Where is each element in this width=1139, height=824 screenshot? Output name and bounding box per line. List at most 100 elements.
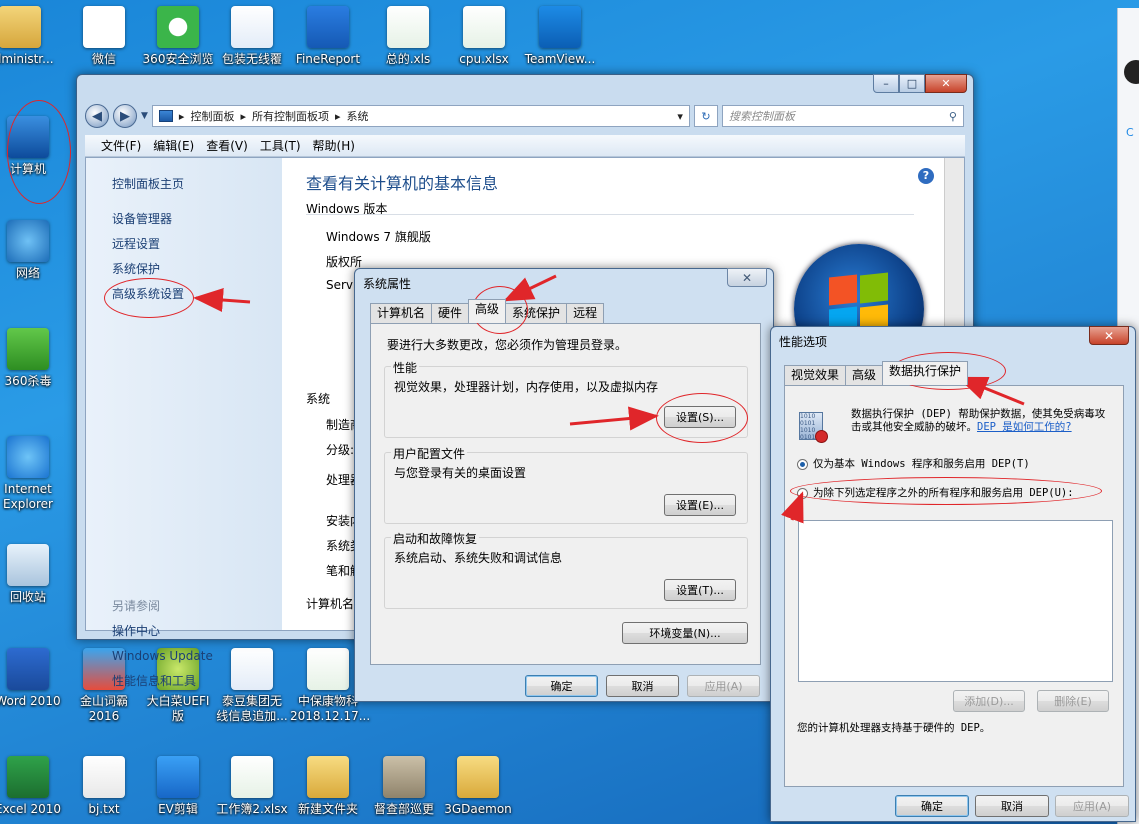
desktop-icon[interactable]: 泰豆集团无 线信息追加... xyxy=(214,648,290,724)
back-button[interactable]: ◀ xyxy=(85,104,109,128)
desktop-icon[interactable]: cpu.xlsx xyxy=(446,6,522,67)
maximize-button[interactable]: □ xyxy=(899,74,925,93)
environment-variables-button[interactable]: 环境变量(N)... xyxy=(622,622,748,644)
tab-dep[interactable]: 数据执行保护 xyxy=(882,361,969,385)
remove-program-button[interactable]: 删除(E) xyxy=(1037,690,1109,712)
help-icon[interactable]: ? xyxy=(918,168,934,184)
desktop-icon-label: 360安全浏览 xyxy=(142,52,214,66)
text-file-icon xyxy=(83,756,125,798)
desktop-icon[interactable]: 计算机 xyxy=(0,116,66,177)
excel-file-icon xyxy=(231,756,273,798)
ev-editor-icon xyxy=(157,756,199,798)
menu-file[interactable]: 文件(F) xyxy=(101,137,141,154)
sidebar-link-device-manager[interactable]: 设备管理器 xyxy=(112,207,282,232)
desktop-icon-label: 计算机 xyxy=(9,162,46,176)
breadcrumb-item[interactable]: 所有控制面板项 xyxy=(252,108,329,124)
user-profiles-settings-button[interactable]: 设置(E)... xyxy=(664,494,736,516)
see-also-windows-update[interactable]: Windows Update xyxy=(112,644,213,669)
search-input[interactable]: 搜索控制面板 ⚲ xyxy=(721,105,964,127)
desktop-icon-label: 360杀毒 xyxy=(4,374,52,388)
desktop-icon[interactable]: 督查部巡更 xyxy=(366,756,442,817)
program-list[interactable] xyxy=(798,520,1113,682)
ok-button[interactable]: 确定 xyxy=(525,675,598,697)
cancel-button[interactable]: 取消 xyxy=(606,675,679,697)
desktop-icon[interactable]: Word 2010 xyxy=(0,648,66,709)
desktop-icon[interactable]: 微信 xyxy=(66,6,142,67)
address-bar[interactable]: ▸ 控制面板 ▸ 所有控制面板项 ▸ 系统 ▾ xyxy=(151,105,690,127)
desktop-icon-label: administr... xyxy=(0,52,54,66)
sidebar-link-protection[interactable]: 系统保护 xyxy=(112,257,282,282)
history-dropdown-icon[interactable]: ▼ xyxy=(141,111,148,121)
copyright-text: 版权所 xyxy=(326,255,363,269)
desktop-icon-label: 回收站 xyxy=(9,590,46,604)
performance-settings-button[interactable]: 设置(S)... xyxy=(664,406,736,428)
windows-edition: Windows 7 旗舰版 xyxy=(326,230,431,244)
menu-tools[interactable]: 工具(T) xyxy=(260,137,301,154)
breadcrumb-item[interactable]: 系统 xyxy=(347,108,369,124)
close-button[interactable]: ✕ xyxy=(925,74,967,93)
desktop-icon[interactable]: Excel 2010 xyxy=(0,756,66,817)
apply-button[interactable]: 应用(A) xyxy=(687,675,760,697)
tab-hardware[interactable]: 硬件 xyxy=(431,303,470,323)
apply-button[interactable]: 应用(A) xyxy=(1055,795,1129,817)
menu-edit[interactable]: 编辑(E) xyxy=(153,137,194,154)
sidebar-link-home[interactable]: 控制面板主页 xyxy=(112,172,282,197)
startup-settings-button[interactable]: 设置(T)... xyxy=(664,579,736,601)
ok-button[interactable]: 确定 xyxy=(895,795,969,817)
radio-basic[interactable] xyxy=(797,458,808,470)
sidebar-link-advanced[interactable]: 高级系统设置 xyxy=(112,282,282,307)
desktop-icon[interactable]: administr... xyxy=(0,6,58,67)
desktop-icon[interactable]: 网络 xyxy=(0,220,66,281)
tab-system-protection[interactable]: 系统保护 xyxy=(505,303,568,323)
address-dropdown-icon[interactable]: ▾ xyxy=(677,110,683,123)
desktop-icon-label: 新建文件夹 xyxy=(297,802,358,816)
dep-option-basic[interactable]: 仅为基本 Windows 程序和服务启用 DEP(T) xyxy=(797,456,1030,471)
excel-file-icon xyxy=(307,648,349,690)
tab-strip: 计算机名 硬件 高级 系统保护 远程 xyxy=(370,299,605,323)
tab-advanced[interactable]: 高级 xyxy=(468,299,507,323)
see-also-performance[interactable]: 性能信息和工具 xyxy=(112,669,196,694)
desktop-icon[interactable]: EV剪辑 xyxy=(140,756,216,817)
tab-remote[interactable]: 远程 xyxy=(566,303,605,323)
desktop-icon[interactable]: FineReport xyxy=(290,6,366,67)
menu-help[interactable]: 帮助(H) xyxy=(313,137,355,154)
close-button[interactable]: ✕ xyxy=(727,268,767,287)
desktop-icon[interactable]: 360杀毒 xyxy=(0,328,66,389)
desktop-icon[interactable]: 360安全浏览 xyxy=(140,6,216,67)
minimize-button[interactable]: – xyxy=(873,74,899,93)
breadcrumb-item[interactable]: 控制面板 xyxy=(190,108,234,124)
refresh-button[interactable]: ↻ xyxy=(693,105,718,127)
desktop-icon-label: 泰豆集团无 xyxy=(221,694,282,708)
radio-all[interactable] xyxy=(797,487,808,499)
desktop-icon[interactable]: 3GDaemon xyxy=(440,756,516,817)
tab-computer-name[interactable]: 计算机名 xyxy=(370,303,433,323)
breadcrumb-separator-icon: ▸ xyxy=(334,109,341,123)
teamviewer-icon xyxy=(539,6,581,48)
desktop-icon[interactable]: 新建文件夹 xyxy=(290,756,366,817)
desktop-icon[interactable]: 总的.xls xyxy=(370,6,446,67)
cancel-button[interactable]: 取消 xyxy=(975,795,1049,817)
see-also-action-center[interactable]: 操作中心 xyxy=(112,619,160,644)
dep-option-all[interactable]: 为除下列选定程序之外的所有程序和服务启用 DEP(U): xyxy=(797,485,1074,500)
desktop-icon[interactable]: bj.txt xyxy=(66,756,142,817)
computer-icon xyxy=(7,116,49,158)
sidebar-link-remote[interactable]: 远程设置 xyxy=(112,232,282,257)
menu-view[interactable]: 查看(V) xyxy=(206,137,248,154)
dialog-title: 系统属性 xyxy=(363,277,412,291)
desktop-icon[interactable]: TeamView... xyxy=(522,6,598,67)
desktop-icon[interactable]: 包装无线覆 xyxy=(214,6,290,67)
close-button[interactable]: ✕ xyxy=(1089,326,1129,345)
desktop-icon[interactable]: 回收站 xyxy=(0,544,66,605)
user-profiles-group: 用户配置文件 与您登录有关的桌面设置 设置(E)... xyxy=(384,445,748,524)
add-program-button[interactable]: 添加(D)... xyxy=(953,690,1025,712)
desktop-icon-label: bj.txt xyxy=(88,802,120,816)
tab-advanced[interactable]: 高级 xyxy=(845,365,884,385)
desktop-icon[interactable]: 工作簿2.xlsx xyxy=(214,756,290,817)
dep-help-link[interactable]: DEP 是如何工作的? xyxy=(977,421,1072,433)
tab-visual-effects[interactable]: 视觉效果 xyxy=(784,365,847,385)
admin-note: 要进行大多数更改，您必须作为管理员登录。 xyxy=(387,338,628,352)
desktop-icon[interactable]: Internet Explorer xyxy=(0,436,66,512)
forward-button[interactable]: ▶ xyxy=(113,104,137,128)
computer-name-label: 计算机名 xyxy=(306,597,355,611)
network-icon xyxy=(7,220,49,262)
